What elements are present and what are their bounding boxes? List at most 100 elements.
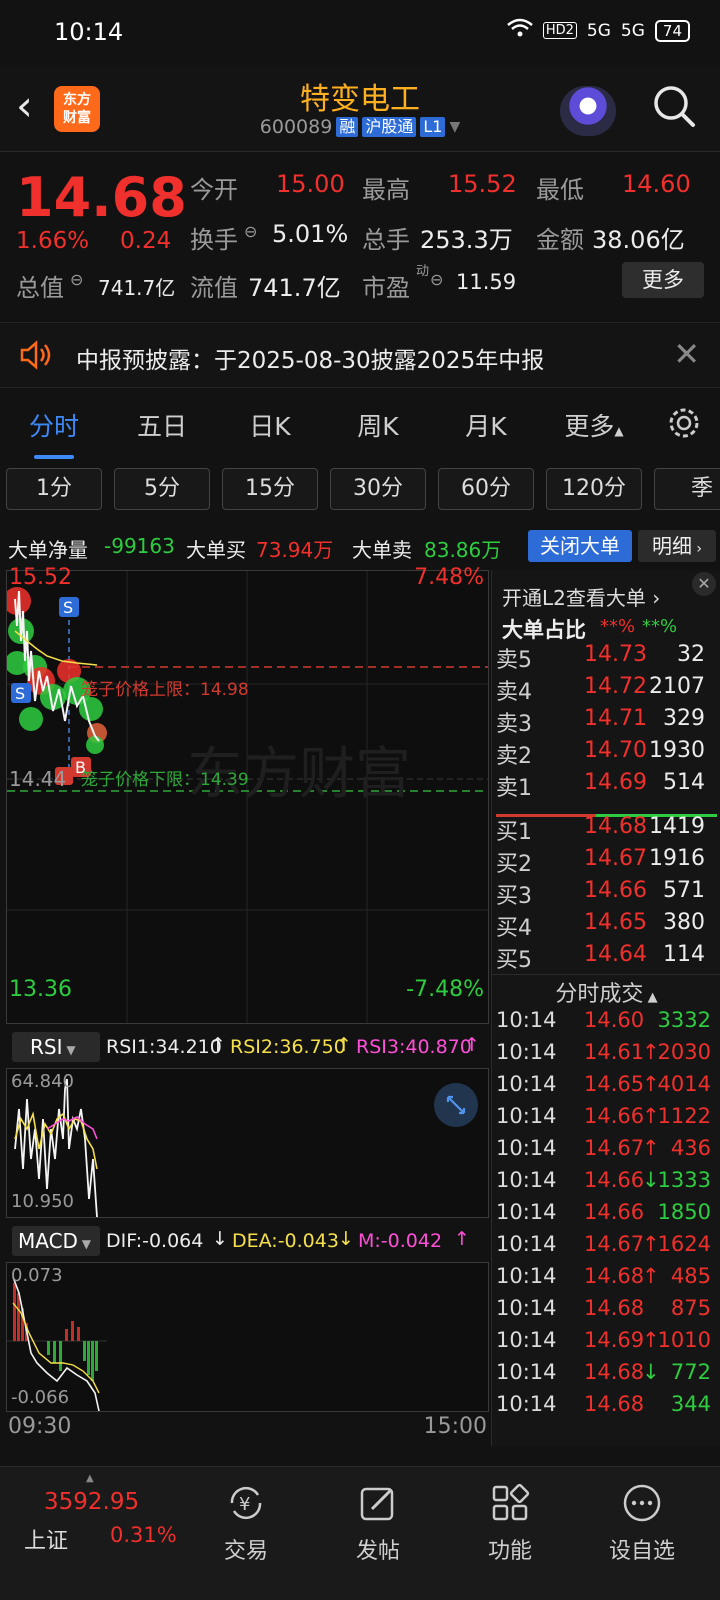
hd-icon: HD2 (542, 22, 577, 39)
close-big-order-button[interactable]: 关闭大单 (528, 530, 632, 562)
nav-functions[interactable]: 功能 (450, 1481, 570, 1565)
more-button[interactable]: 更多 (622, 262, 704, 298)
macd-selector[interactable]: MACD ▼ (12, 1226, 100, 1256)
nav-watchlist[interactable]: 设自选 (582, 1481, 702, 1565)
order-price: 14.68 (584, 814, 647, 839)
trade-price: 14.66 (584, 1104, 645, 1128)
tab-intraday[interactable]: 分时 (0, 407, 108, 459)
nav-post[interactable]: 发帖 (318, 1481, 438, 1565)
robot-avatar-icon[interactable] (560, 86, 616, 136)
dif-value: DIF:-0.064 (106, 1230, 204, 1252)
high-label: 最高 (362, 176, 410, 204)
trade-row: 10:14 14.66 ↓ 1333 (496, 1168, 717, 1200)
wifi-icon (507, 18, 533, 43)
trades-title[interactable]: 分时成交 ▲ (492, 976, 720, 1008)
tab-five-day[interactable]: 五日 (108, 407, 216, 443)
tab-more[interactable]: 更多▲ (540, 407, 648, 443)
trade-row: 10:14 14.67 ↑ 1624 (496, 1232, 717, 1264)
chip-season[interactable]: 季 (654, 468, 720, 510)
trade-row: 10:14 14.68 875 (496, 1296, 717, 1328)
time-start: 09:30 (8, 1414, 72, 1439)
l2-link[interactable]: 开通L2查看大单 › (502, 582, 660, 611)
nav-trade[interactable]: ¥ 交易 (186, 1481, 306, 1565)
pe-value: 11.59 (456, 270, 517, 294)
trade-volume: 772 (670, 1360, 711, 1384)
macd-top-label: 0.073 (11, 1265, 63, 1286)
mktcap-label: 总值 (16, 274, 64, 302)
float-value: 741.7亿 (248, 274, 341, 302)
caret-down-icon: ▼ (62, 1043, 76, 1057)
trade-price: 14.69 (584, 1328, 645, 1352)
info-icon[interactable]: ⊖ (430, 270, 443, 289)
gear-icon[interactable] (648, 405, 720, 445)
buy-order-row: 买2 14.67 1916 (496, 846, 717, 878)
ratio-red: **% (600, 616, 636, 637)
intraday-chart[interactable]: 东方财富 S S B 15.52 7.48% 14.44 笼子价格上限：14.9… (6, 565, 489, 1024)
order-level: 买4 (496, 916, 532, 941)
index-pct: 0.31% (110, 1523, 177, 1547)
yuan-exchange-icon: ¥ (224, 1481, 268, 1525)
index-widget[interactable]: ▲ 3592.95 上证 0.31% (0, 1467, 180, 1600)
margin-tag: 融 (336, 117, 359, 137)
close-icon[interactable]: ✕ (692, 572, 716, 596)
info-icon[interactable]: ⊖ (70, 270, 83, 289)
arrow-up-icon: ↑ (454, 1228, 470, 1250)
trade-time: 10:14 (496, 1264, 557, 1288)
change-percent: 1.66% (16, 228, 90, 254)
trade-price: 14.61 (584, 1040, 645, 1064)
order-price: 14.64 (584, 942, 647, 967)
trade-arrow-icon: ↑ (642, 1136, 660, 1160)
s-marker-1: S (59, 597, 79, 617)
search-icon[interactable] (652, 84, 696, 128)
buy-order-row: 买1 14.68 1419 (496, 814, 717, 846)
rsi-selector[interactable]: RSI ▼ (12, 1032, 100, 1062)
chip-120min[interactable]: 120分 (546, 468, 642, 510)
chip-60min[interactable]: 60分 (438, 468, 534, 510)
chip-30min[interactable]: 30分 (330, 468, 426, 510)
open-value: 15.00 (276, 170, 345, 198)
arrow-up-icon: ↑ (210, 1034, 226, 1056)
order-level: 买5 (496, 948, 532, 973)
chip-5min[interactable]: 5分 (114, 468, 210, 510)
order-level: 买1 (496, 820, 532, 845)
high-value: 15.52 (448, 170, 517, 198)
order-price: 14.69 (584, 770, 647, 795)
trade-arrow-icon: ↓ (642, 1360, 660, 1384)
notice-bar[interactable]: 中报预披露：于2025-08-30披露2025年中报 ✕ (0, 322, 720, 388)
grid-icon (488, 1481, 532, 1525)
sell-order-row: 卖5 14.73 32 (496, 642, 717, 674)
trade-row: 10:14 14.65 ↑ 4014 (496, 1072, 717, 1104)
turnover-value: 5.01% (272, 220, 349, 248)
tab-monthly-k[interactable]: 月K (432, 407, 540, 443)
tab-weekly-k[interactable]: 周K (324, 407, 432, 443)
order-price: 14.72 (584, 674, 647, 699)
macd-chart[interactable]: 0.073 -0.066 (6, 1262, 489, 1412)
svg-text:S: S (63, 598, 73, 617)
trade-price: 14.68 (584, 1296, 645, 1320)
order-level: 卖2 (496, 744, 532, 769)
detail-button[interactable]: 明细 › (638, 530, 716, 562)
arrow-down-icon: ↓ (212, 1228, 228, 1250)
close-icon[interactable]: ✕ (673, 335, 700, 373)
rsi-chart[interactable]: 64.840 10.950 (6, 1068, 489, 1218)
tab-daily-k[interactable]: 日K (216, 407, 324, 443)
signal-icon: 5G (586, 20, 611, 41)
notice-text: 中报预披露：于2025-08-30披露2025年中报 (76, 348, 545, 374)
chevron-down-icon[interactable]: ▼ (449, 119, 460, 135)
trade-volume: 4014 (657, 1072, 711, 1096)
level-tag[interactable]: L1 (420, 117, 446, 137)
order-level: 卖5 (496, 648, 532, 673)
order-volume: 1916 (649, 846, 705, 871)
arrow-down-icon: ↓ (338, 1228, 354, 1250)
expand-icon[interactable] (434, 1083, 478, 1127)
order-volume: 329 (663, 706, 705, 731)
macd-histogram (13, 1283, 98, 1381)
order-volume: 380 (663, 910, 705, 935)
caret-down-icon: ▼ (77, 1237, 91, 1251)
low-label: 最低 (536, 176, 584, 204)
chip-1min[interactable]: 1分 (6, 468, 102, 510)
chip-15min[interactable]: 15分 (222, 468, 318, 510)
trade-row: 10:14 14.66 ↑ 1122 (496, 1104, 717, 1136)
connect-tag: 沪股通 (362, 117, 417, 137)
info-icon[interactable]: ⊖ (244, 222, 257, 241)
